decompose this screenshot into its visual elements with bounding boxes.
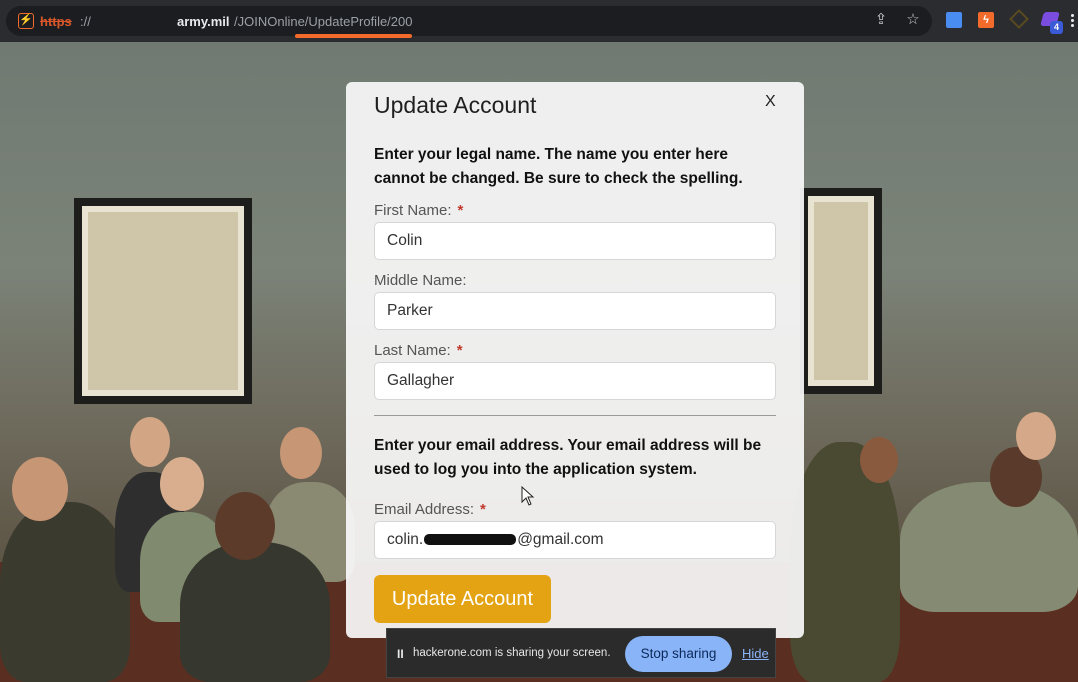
hide-link[interactable]: Hide [742,646,769,661]
email-label-text: Email Address: [374,501,475,518]
name-instructions: Enter your legal name. The name you ente… [374,146,743,187]
person-background-2-head [160,457,204,511]
close-button[interactable]: X [765,93,776,111]
first-name-field[interactable]: Colin [374,222,776,260]
soldier-left-head [12,457,68,521]
url-domain: army.mil [177,14,230,29]
browser-menu-icon[interactable] [1071,14,1075,28]
extension-with-badge-icon[interactable]: 4 [1040,12,1063,34]
update-account-modal: Update Account X Enter your legal name. … [346,82,804,638]
url-scheme: https [40,14,72,29]
url-highlight-bar [295,34,412,38]
update-account-button[interactable]: Update Account [374,575,551,623]
required-marker: * [457,202,464,219]
modal-title: Update Account [374,92,537,118]
soldier-center-head [215,492,275,560]
last-name-label: Last Name: * [374,342,463,359]
url-separator: :// [80,14,91,29]
email-instructions: Enter your email address. Your email add… [374,437,762,478]
framed-document-right [800,188,882,394]
browser-toolbar: ⚡ https :// army.mil /JOINOnline/UpdateP… [0,0,1078,42]
middle-name-field[interactable]: Parker [374,292,776,330]
middle-name-label: Middle Name: [374,272,467,289]
framed-document-left [74,198,252,404]
person-background-5-head [1016,412,1056,460]
person-background-4-head [860,437,898,483]
drag-handle-icon[interactable]: II [397,647,404,661]
first-name-label-text: First Name: [374,202,452,219]
bookmark-star-icon[interactable]: ☆ [903,10,923,30]
first-name-label: First Name: * [374,202,463,219]
screen-share-message: hackerone.com is sharing your screen. [413,647,611,659]
mouse-cursor-icon [521,486,535,506]
soldiers-right [900,482,1078,612]
screen-share-bar: II hackerone.com is sharing your screen.… [386,628,776,678]
last-name-label-text: Last Name: [374,342,451,359]
section-divider [374,415,776,416]
stop-sharing-button[interactable]: Stop sharing [625,636,732,672]
email-value-prefix: colin. [387,531,424,548]
url-path: /JOINOnline/UpdateProfile/200 [234,14,413,29]
required-marker: * [456,342,463,359]
redaction-mark [424,534,517,546]
required-marker: * [480,501,486,518]
address-bar[interactable]: ⚡ https :// army.mil /JOINOnline/UpdateP… [6,6,932,36]
soldier-left [0,502,130,682]
person-background-3-head [280,427,322,479]
soldier-center [180,542,330,682]
bolt-extension-icon[interactable]: ϟ [978,12,994,28]
person-background-1-head [130,417,170,467]
email-label: Email Address: * [374,501,486,518]
extension-badge: 4 [1050,21,1063,34]
email-value-suffix: @gmail.com [517,531,604,548]
translate-extension-icon[interactable] [946,12,962,28]
diamond-extension-icon[interactable] [1009,9,1029,29]
share-icon[interactable]: ⇪ [871,10,891,30]
site-info-icon[interactable]: ⚡ [18,13,34,29]
last-name-field[interactable]: Gallagher [374,362,776,400]
email-field[interactable]: colin. @gmail.com [374,521,776,559]
